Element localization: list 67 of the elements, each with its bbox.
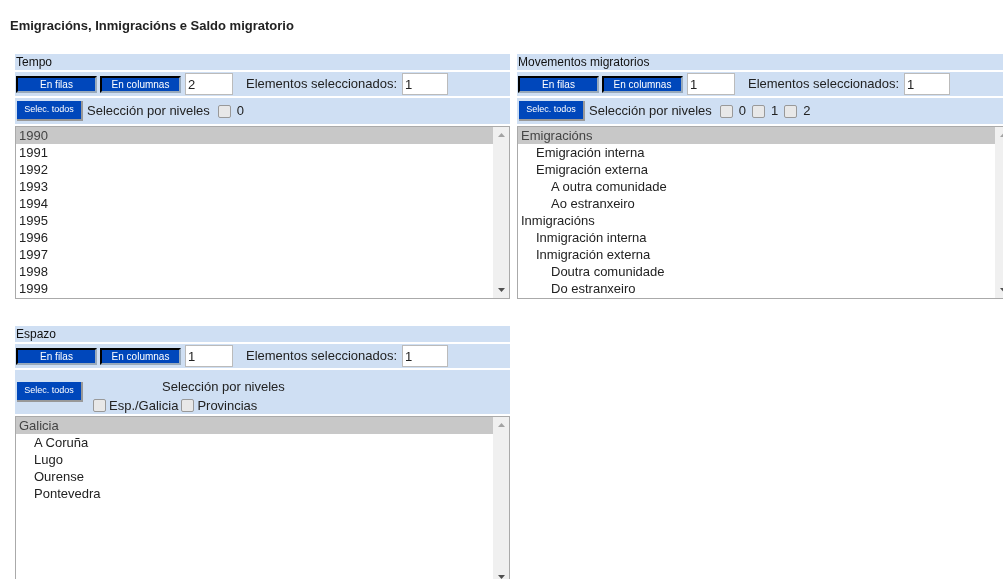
checkbox-label: 0 [738,102,747,121]
selected-count-label: Elementos seleccionados: [246,347,398,366]
list-item[interactable]: 1992 [16,161,493,178]
checkbox[interactable] [752,104,766,118]
toggle-button[interactable]: En columnas [602,75,683,93]
list-item[interactable]: Doutra comunidade [518,263,995,280]
list-item[interactable]: Ourense [16,468,493,485]
list-item[interactable]: 1991 [16,144,493,161]
panel-title: Movementos migratorios [517,54,1003,70]
list-item[interactable]: 1994 [16,195,493,212]
list-item[interactable]: Emigración externa [518,161,995,178]
list-item[interactable]: 1996 [16,229,493,246]
toggle-button[interactable]: En filas [16,75,97,93]
select-all-button[interactable]: Selec. todos [17,101,83,121]
selected-count-field[interactable]: 1 [402,73,449,95]
scrollbar[interactable] [493,417,509,579]
checkbox[interactable] [217,104,231,118]
list-item[interactable]: 1990 [16,127,493,144]
checkbox-label: 2 [803,102,811,121]
levels-label: Selección por niveles [162,379,285,394]
list-item[interactable]: A outra comunidade [518,178,995,195]
toggle-button[interactable]: En columnas [100,347,181,365]
scrollbar[interactable] [493,127,509,298]
select-all-button[interactable]: Selec. todos [519,101,585,121]
toggle-button[interactable]: En columnas [100,75,181,93]
list-item[interactable]: Ao estranxeiro [518,195,995,212]
list-item[interactable]: Inmigración interna [518,229,995,246]
panel-title: Espazo [15,326,510,342]
toggle-button[interactable]: En filas [518,75,599,93]
list-item[interactable]: Galicia [16,417,493,434]
list-item[interactable]: Emigración interna [518,144,995,161]
list-item[interactable]: 1998 [16,263,493,280]
list-item[interactable]: Pontevedra [16,485,493,502]
list-item[interactable]: Inmigracións [518,212,995,229]
list-item[interactable]: Emigracións [518,127,995,144]
checkbox[interactable] [181,399,195,413]
number-field[interactable]: 2 [185,73,233,95]
panel-title: Tempo [15,54,510,70]
list-box[interactable]: 1990 1991 1992 1993 1994 1995 1996 1997 1998 1999 [15,126,510,299]
page-title: Emigracións, Inmigracións e Saldo migratorio [10,17,294,35]
list-item[interactable]: Lugo [16,451,493,468]
list-item[interactable]: Do estranxeiro [518,280,995,297]
list-item[interactable]: 1993 [16,178,493,195]
checkbox[interactable] [719,104,733,118]
select-all-button[interactable]: Selec. todos [17,381,83,402]
list-item[interactable]: A Coruña [16,434,493,451]
checkbox-label: Esp./Galicia [109,397,179,415]
checkbox-label: 1 [771,102,779,121]
list-item[interactable]: 1997 [16,246,493,263]
list-item[interactable]: 1995 [16,212,493,229]
selected-count-field[interactable]: 1 [904,73,951,95]
selected-count-label: Elementos seleccionados: [748,75,900,94]
checkbox-label: Provincias [197,397,258,415]
selected-count-field[interactable]: 1 [402,345,449,367]
checkbox[interactable] [784,104,798,118]
number-field[interactable]: 1 [185,345,233,367]
checkbox-label: 0 [236,102,245,121]
list-item[interactable]: 1999 [16,280,493,297]
list-item[interactable]: Inmigración externa [518,246,995,263]
levels-label: Selección por niveles [87,102,210,121]
list-box[interactable]: Galicia A Coruña Lugo Ourense Pontevedra [15,416,510,579]
checkbox[interactable] [93,399,106,413]
list-box[interactable]: Emigracións Emigración interna Emigración externa A outra comunidade Ao estranxeiro Inmigracións Inmigración interna Inmigración externa Doutra comunidade Do estranxeiro [517,126,1003,299]
toggle-button[interactable]: En filas [16,347,97,365]
levels-label: Selección por niveles [589,102,712,121]
selected-count-label: Elementos seleccionados: [246,75,398,94]
number-field[interactable]: 1 [687,73,735,95]
